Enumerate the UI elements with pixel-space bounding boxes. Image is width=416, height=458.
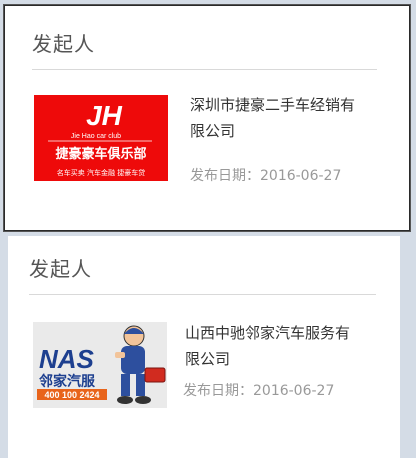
publish-date: 发布日期：2016-06-27	[190, 168, 342, 184]
initiator-card-2[interactable]: 发起人 NAS 邻家汽服 400 100 2424 山西中驰邻家汽车服务有限公司…	[8, 236, 400, 458]
company-logo[interactable]: NAS 邻家汽服 400 100 2424	[33, 322, 167, 408]
mechanic-mascot-icon	[115, 325, 166, 404]
logo-brand-mark: JH	[86, 100, 123, 131]
logo-brand-mark: NAS	[39, 344, 95, 374]
company-logo[interactable]: JH Jie Hao car club 捷豪豪车俱乐部 名车买卖 汽车金融 捷豪…	[34, 95, 168, 181]
logo-brand-cn: 捷豪豪车俱乐部	[55, 146, 146, 162]
initiator-card-1[interactable]: 发起人 JH Jie Hao car club 捷豪豪车俱乐部 名车买卖 汽车金…	[4, 5, 410, 231]
company-name[interactable]: 山西中驰邻家汽车服务有限公司	[185, 320, 360, 372]
logo-brand-cn: 邻家汽服	[39, 373, 96, 390]
divider	[32, 69, 377, 70]
company-name[interactable]: 深圳市捷豪二手车经销有限公司	[190, 92, 365, 144]
logo-brand-en: Jie Hao car club	[71, 133, 121, 140]
logo-phone: 400 100 2424	[44, 390, 99, 400]
logo-tagline: 名车买卖 汽车金融 捷豪车贷	[57, 168, 145, 177]
divider	[29, 294, 376, 295]
publish-date: 发布日期：2016-06-27	[183, 383, 335, 399]
card-title: 发起人	[32, 32, 95, 56]
card-title: 发起人	[29, 257, 92, 281]
